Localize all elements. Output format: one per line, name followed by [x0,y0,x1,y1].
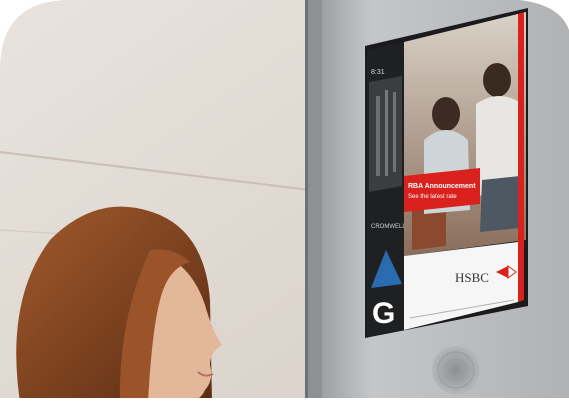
screen-time: 8:31 [371,69,385,76]
sponsor-logo: HSBC [455,270,489,285]
digital-screen: G 8:31 CROMWELL RBA Announcement See the… [365,8,528,338]
ad-banner-subtitle: See the latest rate [408,194,457,200]
photo-frame: G 8:31 CROMWELL RBA Announcement See the… [0,0,569,402]
floor-indicator: G [372,297,395,330]
speaker-grille [432,346,480,394]
ad-banner-title: RBA Announcement [408,183,476,190]
scene: G 8:31 CROMWELL RBA Announcement See the… [0,0,569,402]
door-frame [308,0,322,402]
building-logo: CROMWELL [371,224,406,230]
